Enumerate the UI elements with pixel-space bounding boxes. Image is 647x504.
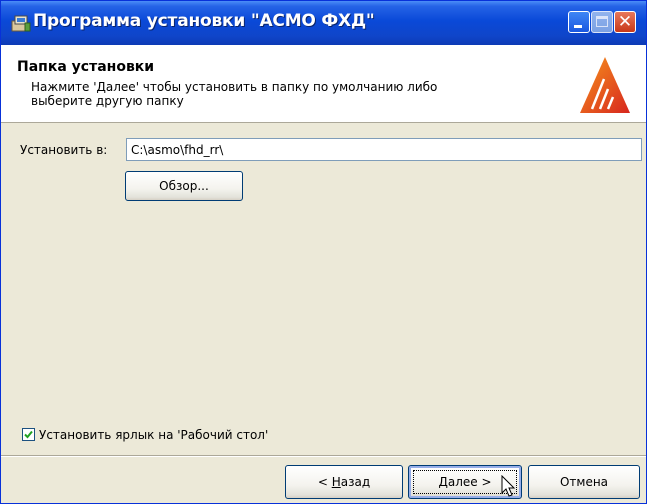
window-title: Программа установки "АСМО ФХД" bbox=[33, 11, 375, 31]
page-title: Папка установки bbox=[17, 59, 155, 75]
cancel-button[interactable]: Отмена bbox=[528, 465, 640, 499]
back-button-prefix: < bbox=[317, 475, 332, 489]
focus-rect bbox=[413, 470, 517, 494]
back-button[interactable]: < Назад bbox=[285, 465, 403, 499]
close-icon: ✕ bbox=[617, 12, 633, 32]
next-button[interactable]: Далее > bbox=[408, 465, 522, 499]
install-path-label: Установить в: bbox=[20, 143, 108, 157]
browse-button[interactable]: Обзор... bbox=[125, 171, 243, 201]
wizard-header: Папка установки Нажмите 'Далее' чтобы ус… bbox=[1, 45, 646, 123]
company-logo-icon bbox=[580, 57, 630, 113]
button-bar-separator bbox=[1, 455, 646, 457]
title-bar[interactable]: Программа установки "АСМО ФХД" ✕ bbox=[1, 1, 646, 46]
installer-icon bbox=[11, 15, 31, 32]
close-button[interactable]: ✕ bbox=[614, 11, 636, 33]
desktop-shortcut-label[interactable]: Установить ярлык на 'Рабочий стол' bbox=[39, 428, 268, 442]
install-path-input[interactable] bbox=[126, 138, 642, 161]
installer-window: Программа установки "АСМО ФХД" ✕ Папка у… bbox=[0, 0, 647, 504]
back-button-accel: Н bbox=[331, 475, 341, 489]
minimize-icon bbox=[574, 25, 582, 28]
minimize-button[interactable] bbox=[568, 11, 590, 33]
page-description: Нажмите 'Далее' чтобы установить в папку… bbox=[31, 80, 438, 108]
checkmark-icon bbox=[24, 430, 33, 439]
back-button-label: азад bbox=[340, 475, 371, 489]
maximize-button[interactable] bbox=[591, 11, 613, 33]
maximize-icon bbox=[596, 16, 608, 27]
desktop-shortcut-checkbox[interactable] bbox=[22, 428, 35, 441]
